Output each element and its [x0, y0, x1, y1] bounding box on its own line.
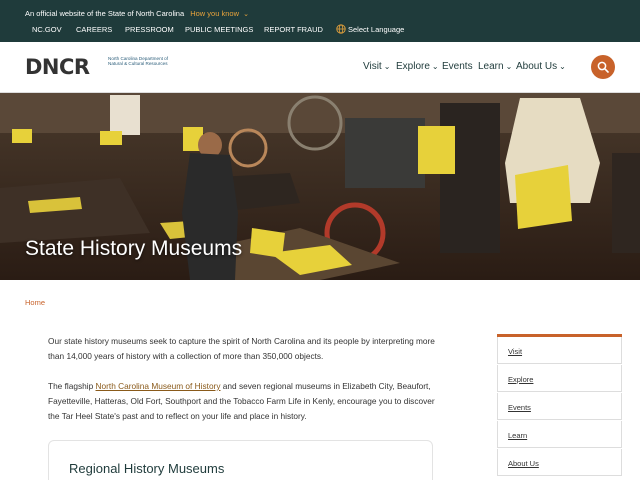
sidebar-item-visit[interactable]: Visit	[497, 337, 622, 364]
official-statement-text: An official website of the State of Nort…	[25, 9, 185, 18]
chevron-down-icon[interactable]: ⌄	[243, 11, 249, 18]
search-button[interactable]	[591, 55, 615, 79]
chevron-down-icon: ⌄	[383, 62, 391, 71]
nav-events-label: Events	[442, 61, 473, 72]
util-link-careers[interactable]: CAREERS	[76, 25, 112, 34]
hero-banner: State History Museums	[0, 93, 640, 280]
globe-icon[interactable]	[336, 24, 346, 34]
official-statement: An official website of the State of Nort…	[25, 9, 249, 18]
sidebar-item-label: Learn	[508, 431, 528, 440]
sidebar-item-events[interactable]: Events	[497, 393, 622, 420]
utility-nav: NC.GOV CAREERS PRESSROOM PUBLIC MEETINGS…	[0, 25, 640, 37]
language-selector[interactable]: Select Language	[348, 25, 404, 34]
util-link-ncgov[interactable]: NC.GOV	[32, 25, 62, 34]
sidebar-item-label: Events	[508, 403, 531, 412]
util-link-report-fraud[interactable]: REPORT FRAUD	[264, 25, 323, 34]
page-title: State History Museums	[25, 237, 243, 260]
how-you-know-link[interactable]: How you know	[190, 9, 239, 18]
sidebar-item-learn[interactable]: Learn	[497, 421, 622, 448]
breadcrumb: Home	[25, 298, 45, 307]
official-banner: An official website of the State of Nort…	[0, 0, 640, 42]
sidebar-item-label: Visit	[508, 347, 523, 356]
chevron-down-icon: ⌄	[431, 62, 439, 71]
chevron-down-icon: ⌄	[505, 62, 513, 71]
nav-about-us-label: About Us	[516, 61, 558, 72]
nav-learn[interactable]: Learn ⌄	[478, 61, 512, 72]
logo-subtitle: North Carolina Department of Natural & C…	[108, 56, 169, 67]
nav-explore[interactable]: Explore ⌄	[396, 61, 439, 72]
nav-visit-label: Visit	[363, 61, 382, 72]
util-link-public-meetings[interactable]: PUBLIC MEETINGS	[185, 25, 253, 34]
regional-museums-card: Regional History Museums	[48, 440, 433, 480]
search-icon	[597, 61, 609, 73]
breadcrumb-home[interactable]: Home	[25, 298, 45, 307]
util-link-pressroom[interactable]: PRESSROOM	[125, 25, 174, 34]
sidebar-item-label: Explore	[508, 375, 534, 384]
nav-learn-label: Learn	[478, 61, 504, 72]
card-title: Regional History Museums	[69, 461, 225, 476]
sidebar-item-label: About Us	[508, 459, 539, 468]
dncr-logo[interactable]: DNCR	[25, 56, 90, 78]
chevron-down-icon: ⌄	[559, 62, 566, 71]
nav-explore-label: Explore	[396, 61, 430, 72]
nav-visit[interactable]: Visit ⌄	[363, 61, 390, 72]
nav-events[interactable]: Events	[442, 61, 473, 72]
intro-paragraph: Our state history museums seek to captur…	[48, 336, 435, 361]
flagship-paragraph: The flagship North Carolina Museum of Hi…	[48, 379, 438, 424]
nav-about-us[interactable]: About Us ⌄	[516, 61, 566, 72]
sidebar-item-about-us[interactable]: About Us	[497, 449, 622, 476]
flagship-text-start: The flagship	[48, 381, 96, 391]
museum-of-history-link[interactable]: North Carolina Museum of History	[96, 381, 221, 391]
sidebar-item-explore[interactable]: Explore	[497, 365, 622, 392]
sidebar-nav: Visit Explore Events Learn About Us	[497, 334, 622, 480]
